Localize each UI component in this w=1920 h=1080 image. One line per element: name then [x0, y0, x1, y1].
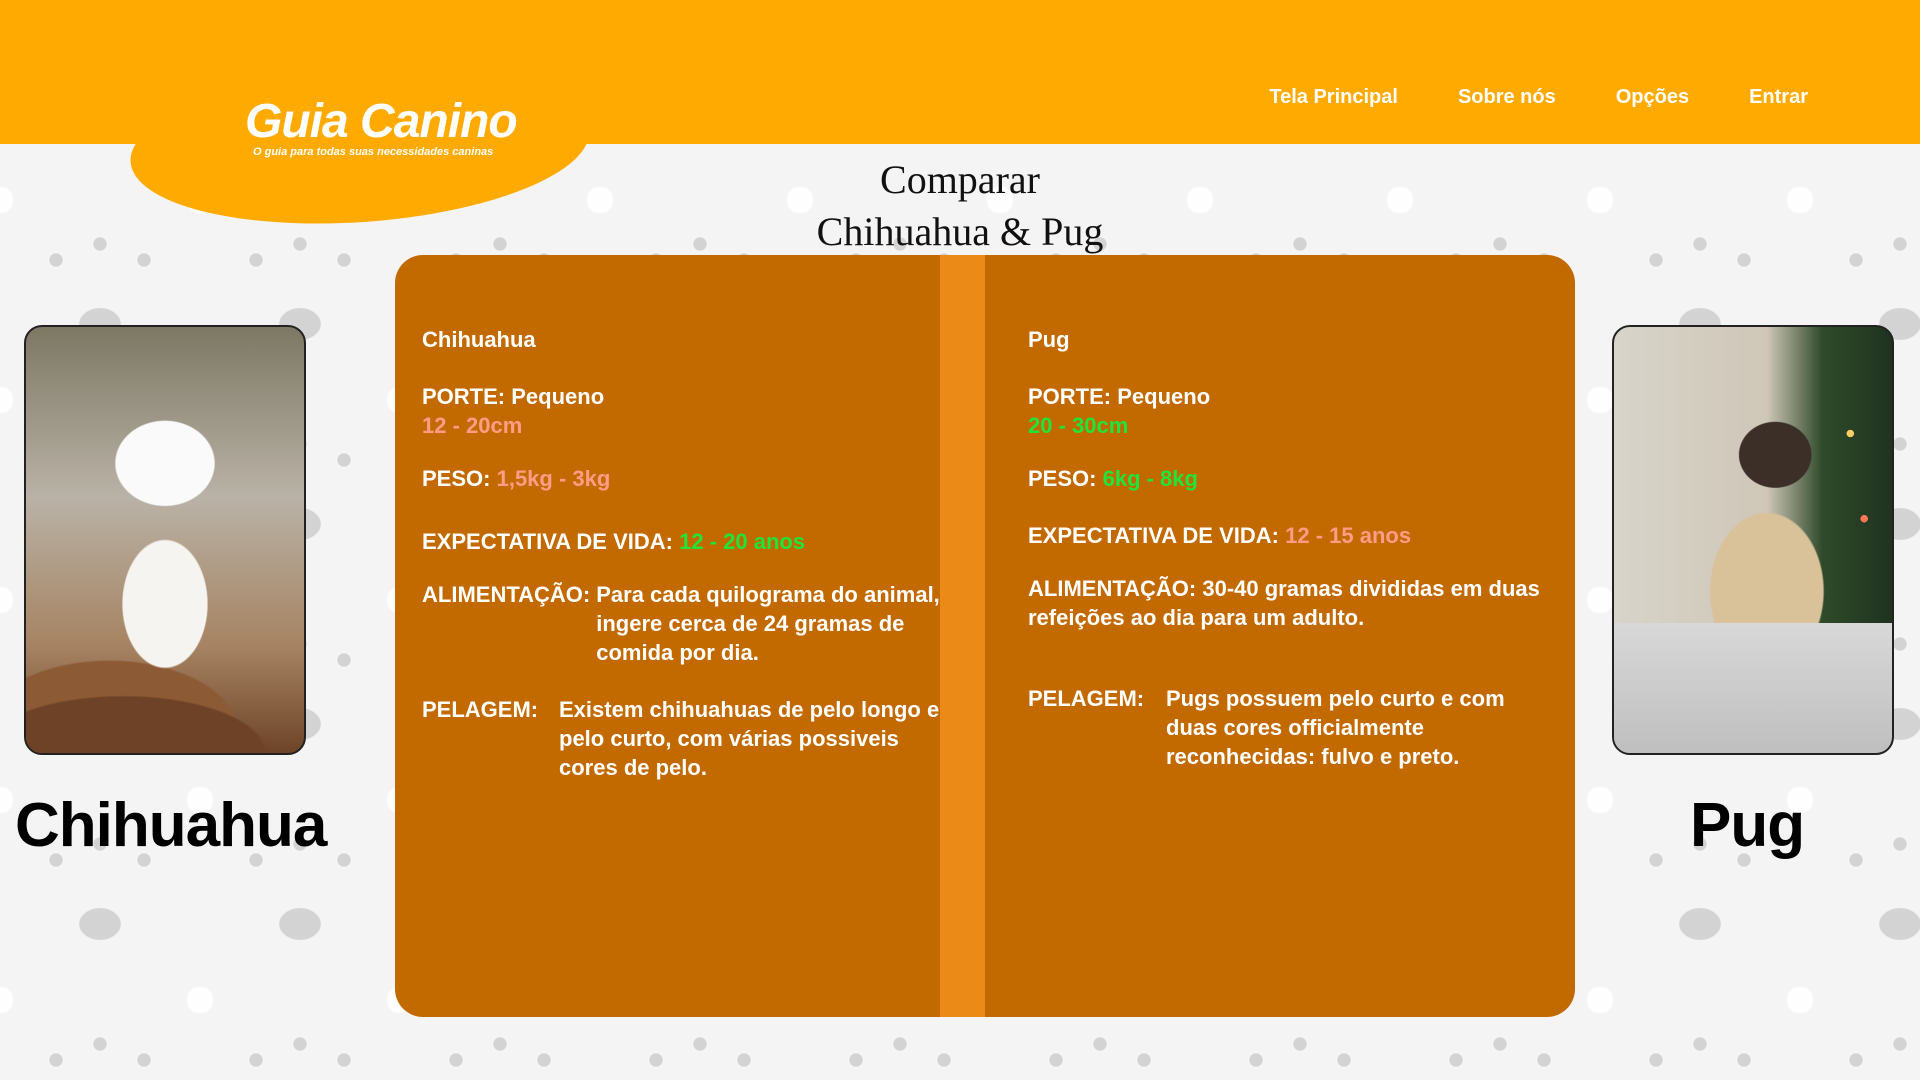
pug-photo	[1612, 325, 1894, 755]
alimentacao-label: ALIMENTAÇÃO:	[422, 582, 591, 607]
porte-row: PORTE: Pequeno 20 - 30cm	[1028, 382, 1548, 440]
vida-value: 12 - 20 anos	[679, 529, 806, 554]
porte-label: PORTE:	[422, 384, 506, 409]
column-title: Chihuahua	[422, 327, 536, 352]
chihuahua-column: Chihuahua PORTE: Pequeno 12 - 20cm PESO:…	[422, 325, 942, 806]
pelagem-value: Pugs possuem pelo curto e com duas cores…	[1166, 686, 1505, 769]
pelagem-value: Existem chihuahuas de pelo longo e pelo …	[559, 697, 940, 780]
pug-column: Pug PORTE: Pequeno 20 - 30cm PESO: 6kg -…	[1028, 325, 1548, 795]
vida-label: EXPECTATIVA DE VIDA:	[422, 529, 673, 554]
nav-entrar[interactable]: Entrar	[1749, 86, 1808, 109]
brand-logo[interactable]: Guia Canino O guia para todas suas neces…	[245, 95, 518, 159]
panel-divider	[940, 255, 985, 1017]
peso-value: 1,5kg - 3kg	[496, 466, 611, 491]
main-nav: Tela Principal Sobre nós Opções Entrar	[1209, 86, 1808, 109]
chihuahua-photo	[24, 325, 306, 755]
pelagem-label: PELAGEM:	[422, 697, 539, 722]
peso-value: 6kg - 8kg	[1102, 466, 1198, 491]
page-title-line2: Chihuahua & Pug	[816, 209, 1104, 254]
porte-row: PORTE: Pequeno 12 - 20cm	[422, 382, 942, 440]
peso-label: PESO:	[422, 466, 491, 491]
porte-label: PORTE:	[1028, 384, 1112, 409]
height-value: 20 - 30cm	[1028, 413, 1129, 438]
pelagem-row: PELAGEM: Pugs possuem pelo curto e com d…	[1028, 684, 1548, 771]
brand-title: Guia Canino	[245, 95, 518, 148]
nav-opcoes[interactable]: Opções	[1616, 86, 1689, 109]
page-title: Comparar Chihuahua & Pug	[760, 154, 1160, 258]
column-title: Pug	[1028, 327, 1070, 352]
brand-subtitle: O guia para todas suas necessidades cani…	[253, 146, 494, 158]
peso-row: PESO: 6kg - 8kg	[1028, 464, 1548, 493]
porte-value: Pequeno	[1117, 384, 1211, 409]
peso-row: PESO: 1,5kg - 3kg	[422, 464, 942, 493]
pelagem-row: PELAGEM: Existem chihuahuas de pelo long…	[422, 695, 942, 782]
alimentacao-row: ALIMENTAÇÃO: Para cada quilograma do ani…	[422, 580, 942, 667]
peso-label: PESO:	[1028, 466, 1097, 491]
alimentacao-label: ALIMENTAÇÃO:	[1028, 576, 1197, 601]
nav-sobre-nos[interactable]: Sobre nós	[1458, 86, 1556, 109]
pelagem-label: PELAGEM:	[1028, 686, 1145, 711]
vida-label: EXPECTATIVA DE VIDA:	[1028, 523, 1279, 548]
page-title-line1: Comparar	[880, 157, 1040, 202]
height-value: 12 - 20cm	[422, 413, 523, 438]
vida-row: EXPECTATIVA DE VIDA: 12 - 15 anos	[1028, 521, 1548, 550]
pug-name: Pug	[1690, 791, 1805, 860]
vida-value: 12 - 15 anos	[1285, 523, 1412, 548]
chihuahua-name: Chihuahua	[15, 791, 327, 860]
alimentacao-row: ALIMENTAÇÃO: 30-40 gramas divididas em d…	[1028, 574, 1548, 632]
vida-row: EXPECTATIVA DE VIDA: 12 - 20 anos	[422, 527, 942, 556]
alimentacao-value: Para cada quilograma do animal, ingere c…	[596, 582, 940, 665]
porte-value: Pequeno	[511, 384, 605, 409]
nav-tela-principal[interactable]: Tela Principal	[1269, 86, 1398, 109]
